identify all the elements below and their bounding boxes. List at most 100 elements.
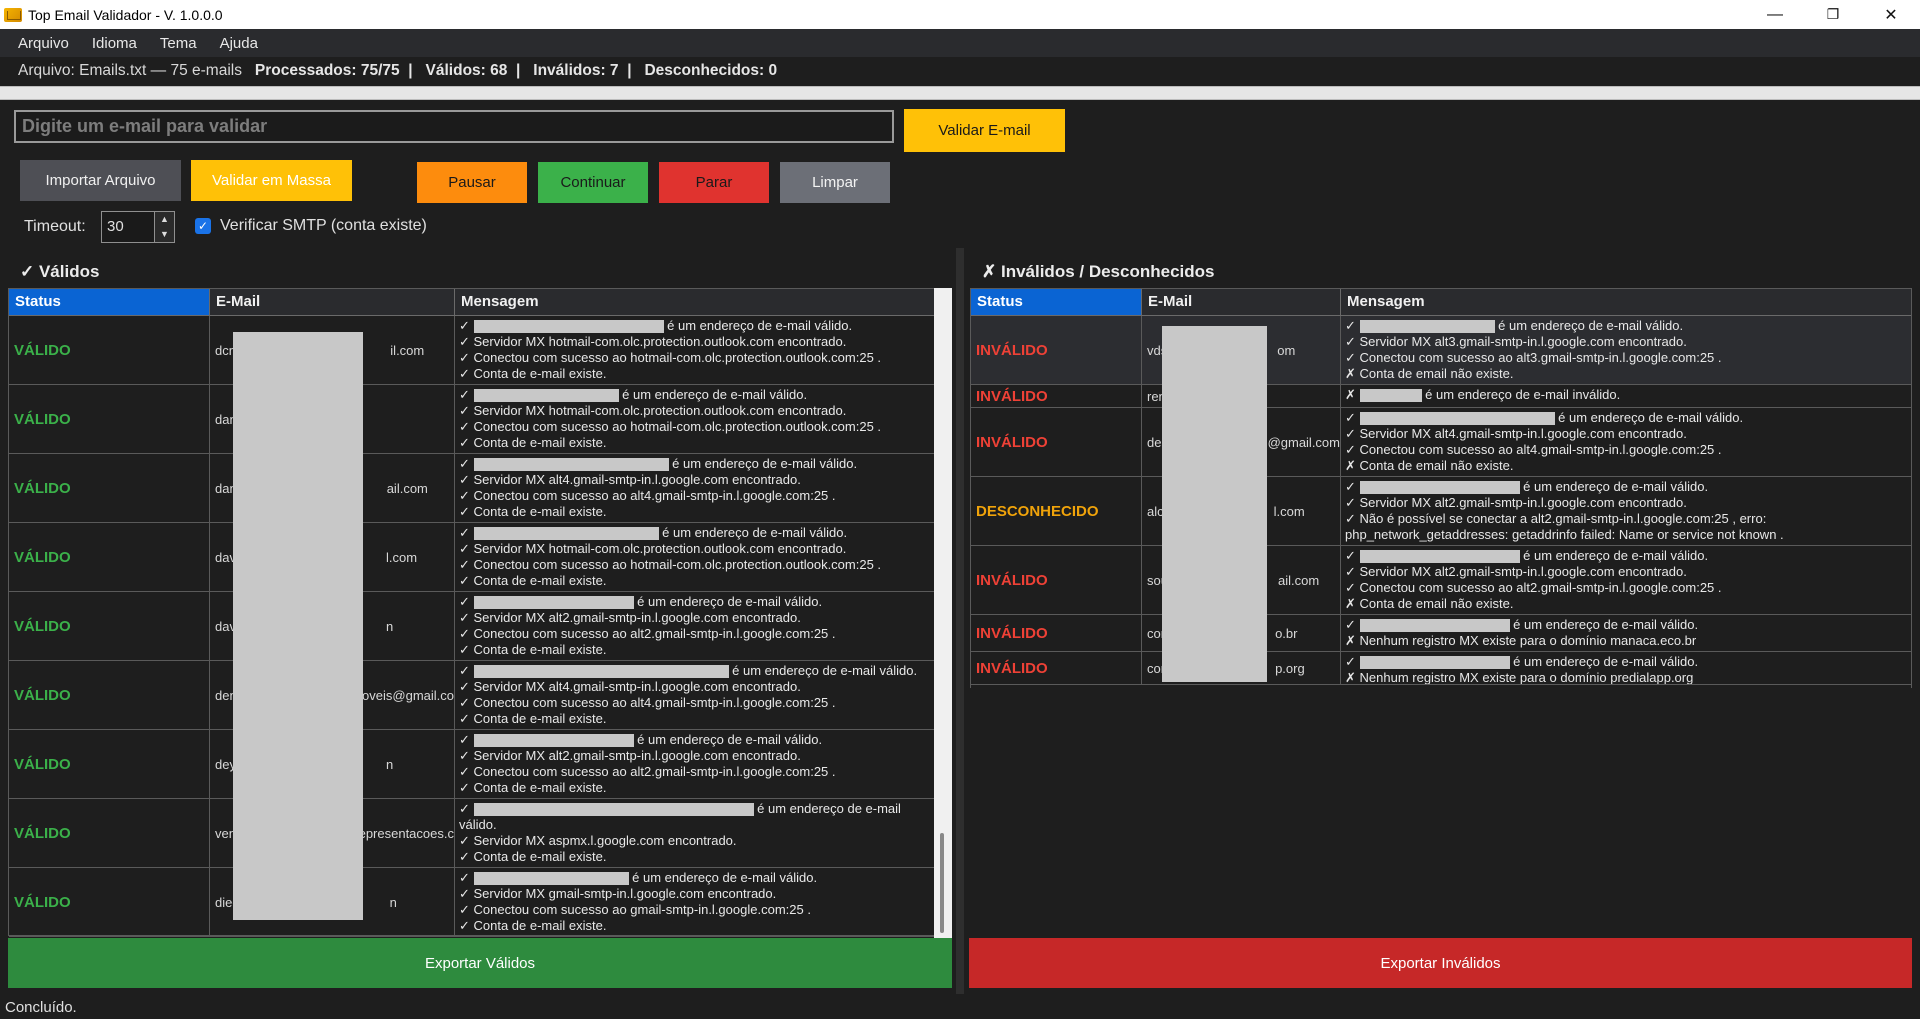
message-line: ✓ é um endereço de e-mail válido. bbox=[1345, 617, 1907, 633]
progress-fill bbox=[0, 87, 1920, 99]
table-row[interactable]: VÁLIDO dcre il.com ✓ é um endereço de e-mai… bbox=[9, 316, 951, 385]
message-line: ✓ é um endereço de e-mail válido. bbox=[1345, 479, 1907, 495]
status-summary: Arquivo: Emails.txt — 75 e-mails Process… bbox=[18, 62, 777, 80]
table-row[interactable]: INVÁLIDO sou ail.com ✓ é um endereço de e-m… bbox=[971, 546, 1911, 615]
status-cell: INVÁLIDO bbox=[971, 615, 1142, 651]
table-row[interactable]: VÁLIDO dieg n ✓ é um endereço de e-mail vál… bbox=[9, 868, 951, 937]
message-line: ✓ Servidor MX alt2.gmail-smtp-in.l.googl… bbox=[459, 610, 801, 625]
smtp-label: Verificar SMTP (conta existe) bbox=[220, 217, 427, 234]
status-cell: INVÁLIDO bbox=[971, 546, 1142, 614]
valid-table: Status E-Mail Mensagem VÁLIDO dcre il.com ✓… bbox=[8, 288, 952, 937]
email-suffix: n bbox=[389, 894, 397, 910]
message-text: ✗ bbox=[1345, 387, 1360, 402]
timeout-stepper[interactable]: 30 ▲ ▼ bbox=[101, 211, 175, 243]
message-line: ✓ Conectou com sucesso ao hotmail-com.ol… bbox=[459, 419, 882, 434]
message-cell: ✓ é um endereço de e-mail válido. ✓ Servi… bbox=[1341, 477, 1911, 545]
message-line: ✓ Servidor MX alt4.gmail-smtp-in.l.googl… bbox=[459, 472, 801, 487]
continue-button[interactable]: Continuar bbox=[538, 162, 648, 203]
message-cell: ✓ é um endereço de e-mail válido. ✓ Servi… bbox=[455, 868, 933, 936]
status-cell: VÁLIDO bbox=[9, 523, 210, 591]
status-cell: INVÁLIDO bbox=[971, 385, 1142, 407]
scrollbar-thumb[interactable] bbox=[940, 833, 944, 933]
timeout-label: Timeout: bbox=[24, 218, 86, 235]
message-line: ✓ Servidor MX gmail-smtp-in.l.google.com… bbox=[459, 886, 777, 901]
stop-button[interactable]: Parar bbox=[659, 162, 769, 203]
message-text: é um endereço de e-mail válido. bbox=[728, 663, 918, 678]
table-row[interactable]: VÁLIDO den oveis@gmail.co ✓ é um endereço d… bbox=[9, 661, 951, 730]
redacted-email bbox=[1359, 550, 1520, 564]
export-invalid-button[interactable]: Exportar Inválidos bbox=[969, 938, 1912, 988]
email-suffix: l.com bbox=[1273, 503, 1305, 519]
validate-mass-button[interactable]: Validar em Massa bbox=[191, 160, 352, 201]
timeout-value[interactable]: 30 bbox=[107, 218, 124, 235]
pause-button[interactable]: Pausar bbox=[417, 162, 527, 203]
status-cell: DESCONHECIDO bbox=[971, 477, 1142, 545]
maximize-icon[interactable]: ❐ bbox=[1804, 0, 1862, 29]
table-row[interactable]: INVÁLIDO vds om ✓ é um endereço de e-mail v… bbox=[971, 316, 1911, 385]
message-text: ✓ bbox=[459, 801, 474, 816]
message-cell: ✓ é um endereço de e-mail válido. ✓ Servi… bbox=[455, 592, 933, 660]
invalid-panel-title: ✗ Inválidos / Desconhecidos bbox=[982, 262, 1215, 281]
message-text: é um endereço de e-mail inválido. bbox=[1421, 387, 1621, 402]
redacted-email bbox=[473, 458, 669, 472]
table-row[interactable]: VÁLIDO dav l.com ✓ é um endereço de e-mail … bbox=[9, 523, 951, 592]
status-cell: VÁLIDO bbox=[9, 385, 210, 453]
email-input[interactable] bbox=[14, 110, 894, 143]
email-suffix: epresentacoes.c bbox=[358, 825, 454, 841]
message-text: ✓ bbox=[1345, 479, 1360, 494]
message-text: ✓ bbox=[1345, 318, 1360, 333]
menu-tema[interactable]: Tema bbox=[152, 35, 205, 52]
column-header-message[interactable]: Mensagem bbox=[1341, 289, 1911, 315]
table-row[interactable]: INVÁLIDO cor p.org ✓ é um endereço de e-mai… bbox=[971, 652, 1911, 685]
message-text: ✓ bbox=[1345, 617, 1360, 632]
validate-email-button[interactable]: Validar E-mail bbox=[904, 109, 1065, 152]
menu-arquivo[interactable]: Arquivo bbox=[10, 35, 77, 52]
table-row[interactable]: VÁLIDO dan ail.com ✓ é um endereço de e-mai… bbox=[9, 454, 951, 523]
table-row[interactable]: INVÁLIDO cor o.br ✓ é um endereço de e-mail… bbox=[971, 615, 1911, 652]
message-line: ✗ Conta de email não existe. bbox=[1345, 596, 1514, 611]
message-line: ✓ Servidor MX alt4.gmail-smtp-in.l.googl… bbox=[1345, 426, 1687, 441]
smtp-checkbox[interactable]: ✓ bbox=[195, 218, 211, 234]
message-line: ✓ Conectou com sucesso ao alt2.gmail-smt… bbox=[1345, 580, 1722, 595]
table-row[interactable]: DESCONHECIDO alc l.com ✓ é um endereço de e… bbox=[971, 477, 1911, 546]
message-line: ✓ é um endereço de e-mail válido. bbox=[459, 594, 929, 610]
message-cell: ✓ é um endereço de e-mail válido. ✓ Servi… bbox=[455, 730, 933, 798]
table-row[interactable]: INVÁLIDO ren ✗ é um endereço de e-mail inv… bbox=[971, 385, 1911, 408]
stepper-up-icon[interactable]: ▲ bbox=[155, 212, 174, 227]
column-header-status[interactable]: Status bbox=[9, 289, 210, 315]
message-text: ✓ bbox=[459, 456, 474, 471]
stepper-arrows[interactable]: ▲ ▼ bbox=[154, 212, 174, 242]
menu-ajuda[interactable]: Ajuda bbox=[212, 35, 266, 52]
message-line: ✓ Conta de e-mail existe. bbox=[459, 435, 607, 450]
valid-scrollbar[interactable] bbox=[934, 288, 952, 940]
status-cell: VÁLIDO bbox=[9, 868, 210, 936]
column-header-message[interactable]: Mensagem bbox=[455, 289, 933, 315]
redacted-email bbox=[1359, 320, 1495, 334]
message-line: ✓ Servidor MX alt2.gmail-smtp-in.l.googl… bbox=[459, 748, 801, 763]
table-row[interactable]: VÁLIDO ven epresentacoes.c ✓ é um endereço … bbox=[9, 799, 951, 868]
export-valid-button[interactable]: Exportar Válidos bbox=[8, 938, 952, 988]
message-line: ✓ Conta de e-mail existe. bbox=[459, 504, 607, 519]
message-text: é um endereço de e-mail válido. bbox=[1554, 410, 1744, 425]
table-row[interactable]: INVÁLIDO des @gmail.com ✓ é um endereço de … bbox=[971, 408, 1911, 477]
panel-divider[interactable] bbox=[956, 248, 964, 994]
table-row[interactable]: VÁLIDO dey n ✓ é um endereço de e-mail váli… bbox=[9, 730, 951, 799]
message-line: ✓ Servidor MX hotmail-com.olc.protection… bbox=[459, 541, 847, 556]
minimize-icon[interactable]: — bbox=[1746, 0, 1804, 29]
email-suffix: om bbox=[1277, 342, 1296, 358]
table-row[interactable]: VÁLIDO dav n ✓ é um endereço de e-mail váli… bbox=[9, 592, 951, 661]
message-cell: ✓ é um endereço de e-mail válido. ✓ Servi… bbox=[455, 316, 933, 384]
import-file-button[interactable]: Importar Arquivo bbox=[20, 160, 181, 201]
table-row[interactable]: VÁLIDO dan ✓ é um endereço de e-mail válid… bbox=[9, 385, 951, 454]
message-line: ✓ Conectou com sucesso ao alt3.gmail-smt… bbox=[1345, 350, 1722, 365]
message-cell: ✓ é um endereço de e-mail válido. ✓ Servi… bbox=[1341, 316, 1911, 384]
message-line: ✓ é um endereço de e-mail válido. bbox=[1345, 548, 1907, 564]
clear-button[interactable]: Limpar bbox=[780, 162, 890, 203]
progress-bar bbox=[0, 86, 1920, 100]
stepper-down-icon[interactable]: ▼ bbox=[155, 227, 174, 242]
close-icon[interactable]: ✕ bbox=[1862, 0, 1920, 29]
column-header-email[interactable]: E-Mail bbox=[210, 289, 455, 315]
menu-idioma[interactable]: Idioma bbox=[84, 35, 145, 52]
column-header-email[interactable]: E-Mail bbox=[1142, 289, 1341, 315]
column-header-status[interactable]: Status bbox=[971, 289, 1142, 315]
